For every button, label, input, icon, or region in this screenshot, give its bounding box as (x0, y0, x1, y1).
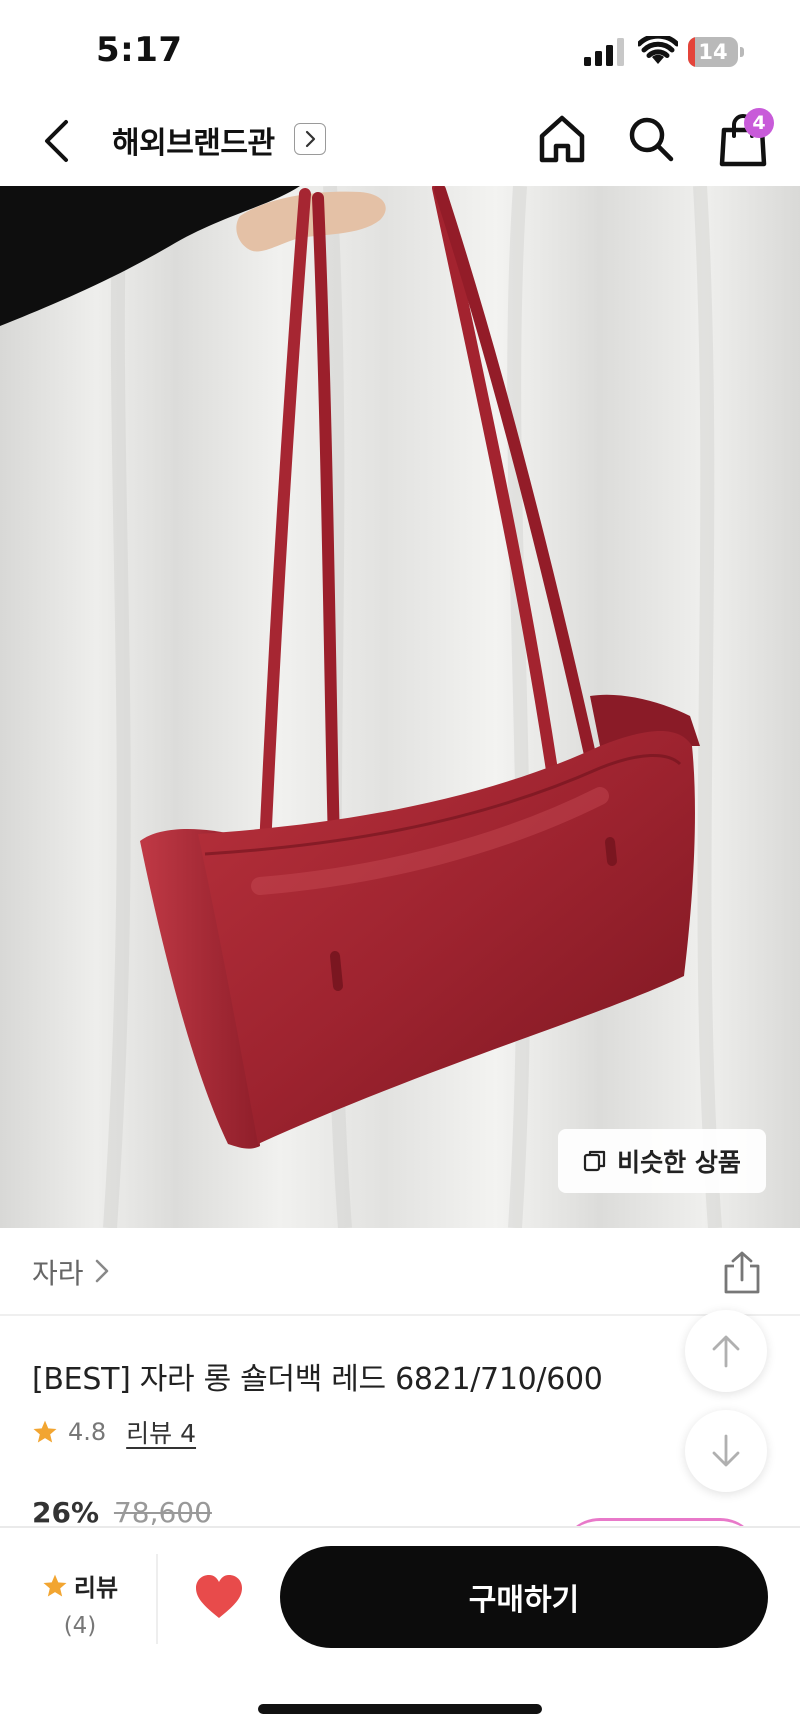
star-icon (43, 1574, 67, 1597)
heart-icon[interactable] (194, 1574, 244, 1620)
product-title: [BEST] 자라 롱 숄더백 레드 6821/710/600 (32, 1362, 603, 1397)
divider (156, 1554, 158, 1644)
bottom-action-bar: 리뷰 (4) 구매하기 (0, 1526, 800, 1732)
scroll-bottom-button[interactable] (685, 1410, 767, 1492)
discount-rate: 26% (32, 1496, 100, 1529)
back-button[interactable] (36, 116, 76, 166)
cellular-signal-icon (584, 38, 624, 66)
chevron-right-icon (305, 130, 316, 148)
buy-button[interactable]: 구매하기 (280, 1546, 768, 1648)
page-title[interactable]: 해외브랜드관 (112, 118, 275, 162)
chevron-right-icon[interactable] (94, 1258, 110, 1284)
product-image-carousel[interactable] (0, 186, 800, 1228)
arrow-up-icon (712, 1335, 740, 1368)
share-icon[interactable] (722, 1250, 762, 1294)
star-icon (33, 1420, 57, 1443)
cart-count-badge: 4 (744, 108, 774, 138)
review-summary-button[interactable]: 리뷰 (4) (30, 1568, 130, 1639)
search-icon[interactable] (628, 116, 674, 162)
brand-row: 자라 (0, 1228, 800, 1316)
product-photo (0, 186, 722, 1228)
rating-value: 4.8 (68, 1418, 107, 1446)
wifi-icon (638, 36, 678, 64)
original-price: 78,600 (113, 1496, 212, 1529)
scroll-top-button[interactable] (685, 1310, 767, 1392)
copy-icon (584, 1150, 606, 1172)
page-title-link-button[interactable] (294, 123, 326, 155)
home-indicator (258, 1704, 542, 1714)
chevron-left-icon (45, 120, 68, 162)
arrow-down-icon (712, 1434, 740, 1467)
status-time: 5:17 (96, 30, 183, 70)
review-link[interactable]: 리뷰 4 (126, 1414, 196, 1450)
review-summary-count: (4) (63, 1613, 97, 1639)
status-bar: 5:17 14 (0, 0, 800, 96)
similar-products-label: 비슷한 상품 (617, 1148, 741, 1177)
home-icon[interactable] (538, 114, 586, 164)
rating-row: 4.8 리뷰 4 (32, 1414, 196, 1450)
top-nav: 해외브랜드관 (0, 96, 800, 186)
battery-percent: 14 (698, 40, 728, 64)
brand-link[interactable]: 자라 (32, 1252, 84, 1292)
price-row: 26% 78,600 (32, 1496, 212, 1529)
similar-products-button[interactable]: 비슷한 상품 (558, 1129, 766, 1193)
review-summary-label: 리뷰 (73, 1574, 119, 1602)
battery-icon: 14 (688, 37, 744, 67)
